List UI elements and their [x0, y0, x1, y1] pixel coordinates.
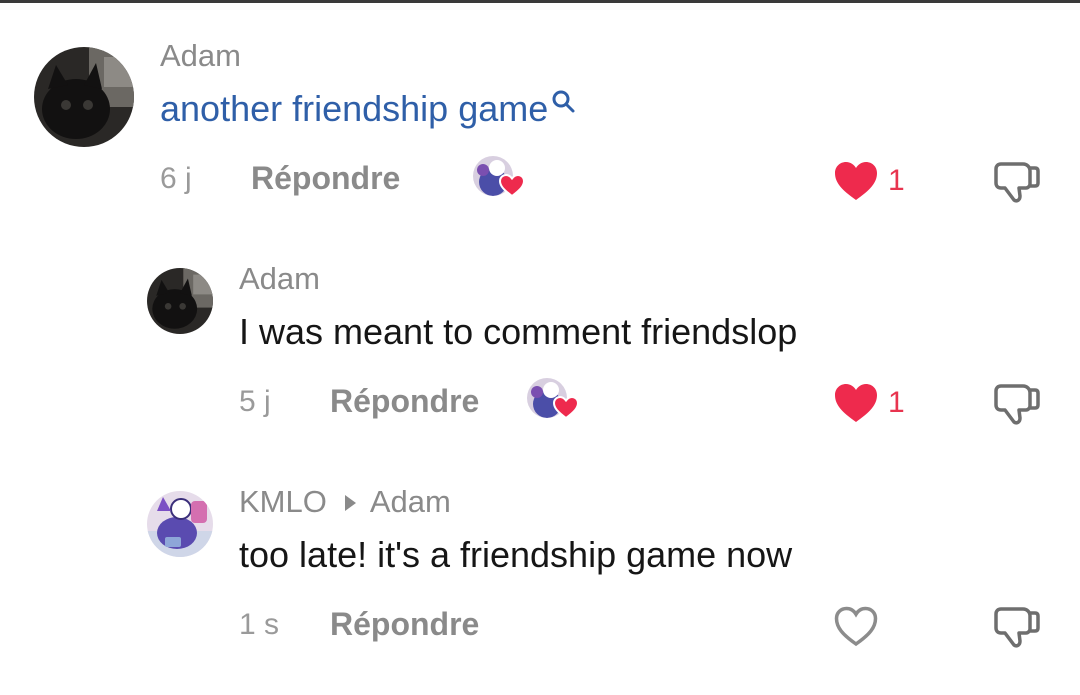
top-divider	[0, 0, 1080, 3]
like-count: 1	[888, 386, 905, 419]
avatar[interactable]	[147, 491, 213, 557]
heart-outline-icon[interactable]	[833, 605, 879, 647]
comment-timestamp: 5 j	[239, 385, 271, 418]
heart-icon[interactable]	[833, 382, 879, 424]
search-icon	[552, 90, 575, 113]
creator-liked-badge	[473, 156, 529, 202]
comment-timestamp: 1 s	[239, 608, 280, 641]
heart-icon	[499, 174, 525, 198]
reply-button[interactable]: Répondre	[330, 606, 479, 643]
creator-liked-badge	[527, 378, 583, 424]
thumbs-down-icon[interactable]	[993, 380, 1041, 426]
comment-username[interactable]: Adam	[239, 261, 320, 297]
comment-timestamp: 6 j	[160, 162, 192, 195]
avatar[interactable]	[147, 268, 213, 334]
like-count: 1	[888, 164, 905, 197]
reply-author[interactable]: KMLO	[239, 484, 327, 519]
reply-to-arrow-icon	[344, 494, 356, 511]
heart-icon	[553, 396, 579, 420]
heart-icon[interactable]	[833, 160, 879, 202]
comment-text: too late! it's a friendship game now	[239, 534, 793, 575]
comment-text: I was meant to comment friendslop	[239, 311, 798, 352]
thumbs-down-icon[interactable]	[993, 158, 1041, 204]
search-term-link[interactable]: another friendship game	[160, 88, 548, 129]
reply-to-user[interactable]: Adam	[370, 484, 451, 519]
thumbs-down-icon[interactable]	[993, 603, 1041, 649]
reply-button[interactable]: Répondre	[330, 383, 479, 420]
comment-text[interactable]: another friendship game	[160, 88, 576, 130]
comment-username[interactable]: Adam	[160, 38, 241, 74]
avatar[interactable]	[34, 47, 134, 147]
comment-username: KMLO Adam	[239, 484, 451, 520]
reply-button[interactable]: Répondre	[251, 160, 400, 197]
